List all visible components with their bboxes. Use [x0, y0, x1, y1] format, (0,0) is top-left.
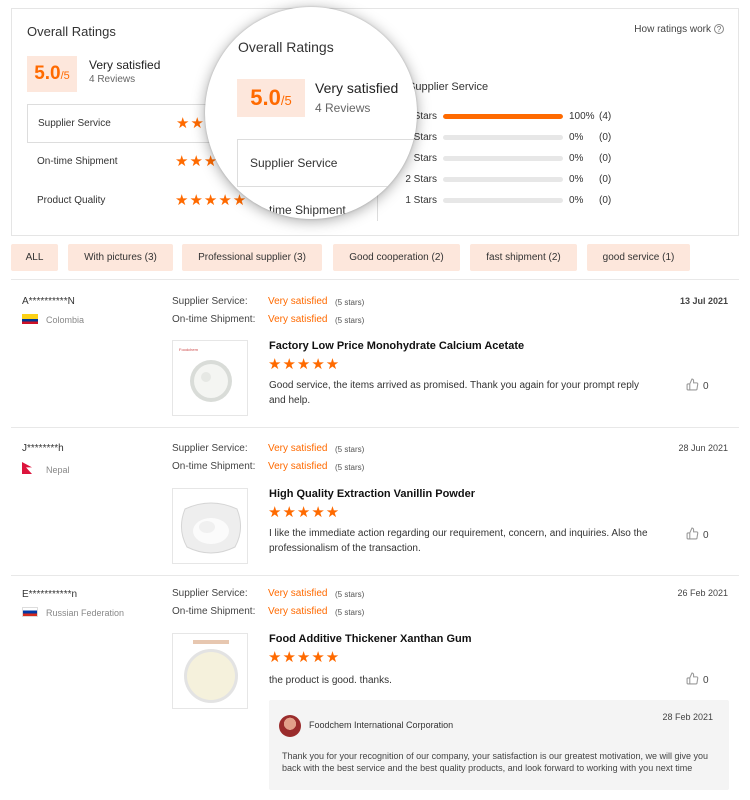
reviewer-name: A**********N [22, 296, 75, 307]
divider [11, 279, 739, 280]
like-button[interactable]: 0 [686, 672, 709, 686]
supplier-reply: Foodchem International Corporation 28 Fe… [269, 700, 729, 790]
review-date: 13 Jul 2021 [679, 296, 728, 306]
thumbs-up-icon [686, 527, 699, 540]
product-star-rating: ★★★★★ [268, 504, 341, 521]
product-thumbnail[interactable] [172, 633, 248, 709]
filter-all[interactable]: ALL [11, 244, 58, 271]
thumbs-up-icon [686, 378, 699, 391]
magnified-criterion: Supplier Service [237, 139, 417, 187]
product-star-rating: ★★★★★ [268, 649, 341, 666]
magnified-score-badge: 5.0/5 [237, 79, 305, 117]
divider [11, 575, 739, 576]
distribution-bar [443, 114, 563, 119]
reviewer-name: J********h [22, 443, 64, 454]
thumbs-up-icon [686, 672, 699, 685]
colombia-flag-icon [22, 314, 38, 324]
reviews-count: 4 Reviews [89, 74, 136, 85]
product-star-rating: ★★★★★ [268, 356, 341, 373]
filter-with-pictures[interactable]: With pictures (3) [68, 244, 173, 271]
reply-date: 28 Feb 2021 [662, 712, 713, 722]
how-ratings-work-link[interactable]: How ratings work? [634, 24, 724, 35]
review-text: the product is good. thanks. [269, 675, 392, 686]
star-rating: ★★★ [175, 153, 219, 170]
magnifier-lens: Overall Ratings 5.0/5 Very satisfied 4 R… [205, 7, 417, 219]
filter-good-service[interactable]: good service (1) [587, 244, 690, 271]
overall-score-badge: 5.0/5 [27, 56, 77, 92]
product-title[interactable]: High Quality Extraction Vanillin Powder [269, 488, 475, 500]
filter-professional-supplier[interactable]: Professional supplier (3) [182, 244, 322, 271]
like-button[interactable]: 0 [686, 378, 709, 392]
distribution-bar [443, 156, 563, 161]
distribution-bar [443, 177, 563, 182]
help-icon: ? [714, 24, 724, 34]
reply-company-name: Foodchem International Corporation [309, 720, 454, 730]
distribution-bar [443, 135, 563, 140]
filter-good-cooperation[interactable]: Good cooperation (2) [333, 244, 460, 271]
distribution-bar [443, 198, 563, 203]
product-thumbnail[interactable]: Foodchem [172, 340, 248, 416]
reviewer-name: E***********n [22, 589, 78, 600]
overall-ratings-title: Overall Ratings [27, 24, 116, 39]
review-date: 26 Feb 2021 [677, 588, 728, 598]
overall-level-text: Very satisfied [89, 58, 161, 72]
like-button[interactable]: 0 [686, 527, 709, 541]
product-title[interactable]: Food Additive Thickener Xanthan Gum [269, 633, 472, 645]
review-date: 28 Jun 2021 [678, 443, 728, 453]
reviewer-country: Russian Federation [22, 607, 124, 618]
filter-fast-shipment[interactable]: fast shipment (2) [470, 244, 577, 271]
divider [11, 427, 739, 428]
distribution-bar-fill [443, 114, 563, 119]
review-text: I like the immediate action regarding ou… [269, 528, 648, 554]
svg-text:Foodchem: Foodchem [179, 347, 199, 352]
reviewer-country: Colombia [22, 314, 84, 325]
reviewer-country: Nepal [22, 462, 70, 475]
reply-text: Thank you for your recognition of our co… [282, 751, 709, 773]
avatar [279, 715, 301, 737]
nepal-flag-icon [22, 462, 32, 474]
star-rating: ★★★★★ [175, 192, 248, 209]
product-title[interactable]: Factory Low Price Monohydrate Calcium Ac… [269, 340, 524, 352]
russia-flag-icon [22, 607, 38, 617]
review-text: Good service, the items arrived as promi… [269, 380, 639, 406]
distribution-title: Supplier Service [408, 81, 489, 93]
product-thumbnail[interactable] [172, 488, 248, 564]
